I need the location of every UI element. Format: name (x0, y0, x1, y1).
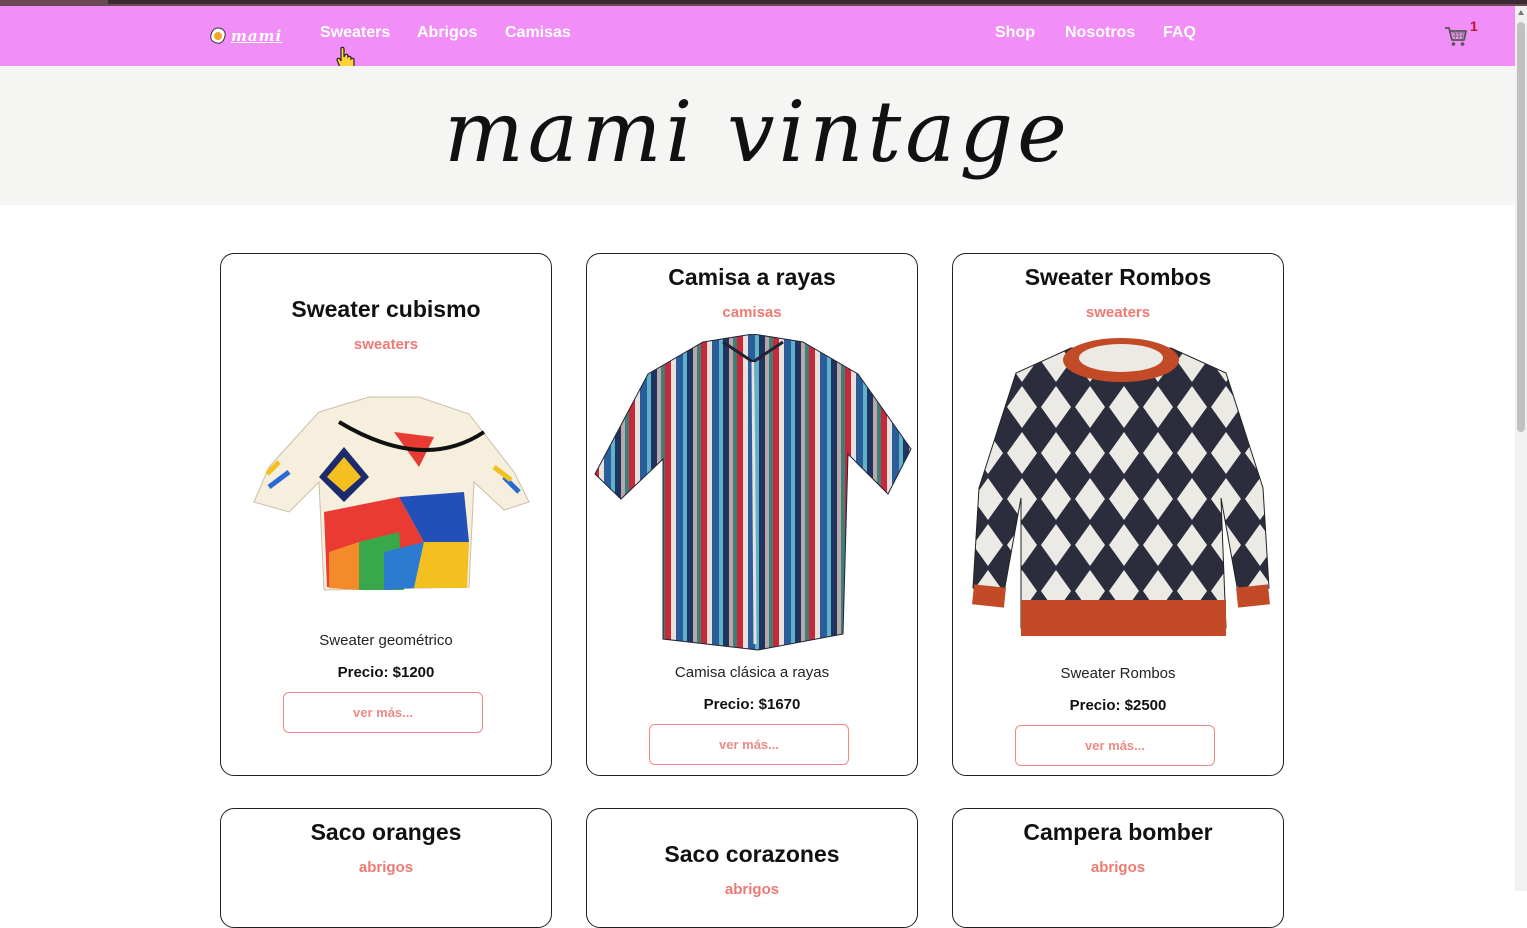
product-category[interactable]: abrigos (953, 859, 1283, 876)
product-category[interactable]: sweaters (953, 304, 1283, 321)
scrollbar-thumb[interactable] (1517, 22, 1525, 432)
nav-link-shop[interactable]: Shop (995, 24, 1035, 42)
product-category[interactable]: abrigos (221, 859, 551, 876)
product-category[interactable]: abrigos (587, 881, 917, 898)
brand-name: mami (231, 27, 283, 45)
product-card: Saco oranges abrigos (220, 808, 552, 928)
brand-logo[interactable]: mami (208, 22, 282, 50)
product-title: Saco oranges (310, 819, 462, 845)
product-price: Precio: $1670 (703, 696, 801, 713)
nav-link-nosotros[interactable]: Nosotros (1065, 24, 1135, 42)
product-title: Sweater Rombos (1024, 264, 1212, 290)
product-card: Saco corazones abrigos (586, 808, 918, 928)
product-card: Camisa a rayas camisas Camisa clásica a … (586, 253, 918, 776)
product-price: Precio: $2500 (1069, 697, 1167, 714)
product-description: Camisa clásica a rayas (674, 664, 830, 681)
nav-link-abrigos[interactable]: Abrigos (417, 24, 477, 42)
product-price: Precio: $1200 (337, 664, 435, 681)
nav-link-sweaters[interactable]: Sweaters (320, 24, 390, 42)
product-title: Sweater cubismo (291, 296, 481, 322)
product-title: Saco corazones (664, 841, 840, 867)
product-image-sweater-cubismo[interactable] (249, 392, 533, 602)
page-scrollbar[interactable] (1515, 6, 1527, 891)
scroll-up-arrow-icon[interactable] (1518, 10, 1524, 15)
nav-link-camisas[interactable]: Camisas (505, 24, 571, 42)
cart-icon[interactable] (1444, 24, 1468, 48)
product-image-camisa-rayas[interactable] (593, 334, 913, 652)
product-card: Campera bomber abrigos (952, 808, 1284, 928)
ver-mas-button[interactable]: ver más... (283, 692, 483, 733)
product-image-sweater-rombos[interactable] (971, 338, 1271, 644)
navbar: mami Sweaters Abrigos Camisas Shop Nosot… (0, 6, 1515, 72)
nav-link-faq[interactable]: FAQ (1163, 24, 1196, 42)
ver-mas-button[interactable]: ver más... (649, 724, 849, 765)
hero-title: mami vintage (444, 83, 1071, 181)
cart-count-badge: 1 (1470, 18, 1478, 34)
product-title: Camisa a rayas (668, 264, 836, 290)
product-description: Sweater geométrico (319, 632, 453, 649)
product-category[interactable]: camisas (587, 304, 917, 321)
product-card: Sweater Rombos sweaters Sweater Rombos P… (952, 253, 1284, 776)
hero-banner: mami vintage (0, 66, 1515, 205)
product-title: Campera bomber (1023, 819, 1213, 845)
product-card: Sweater cubismo sweaters Sweater geométr… (220, 253, 552, 776)
product-category[interactable]: sweaters (221, 336, 551, 353)
egg-icon (210, 27, 226, 44)
product-description: Sweater Rombos (1060, 665, 1176, 682)
ver-mas-button[interactable]: ver más... (1015, 725, 1215, 766)
